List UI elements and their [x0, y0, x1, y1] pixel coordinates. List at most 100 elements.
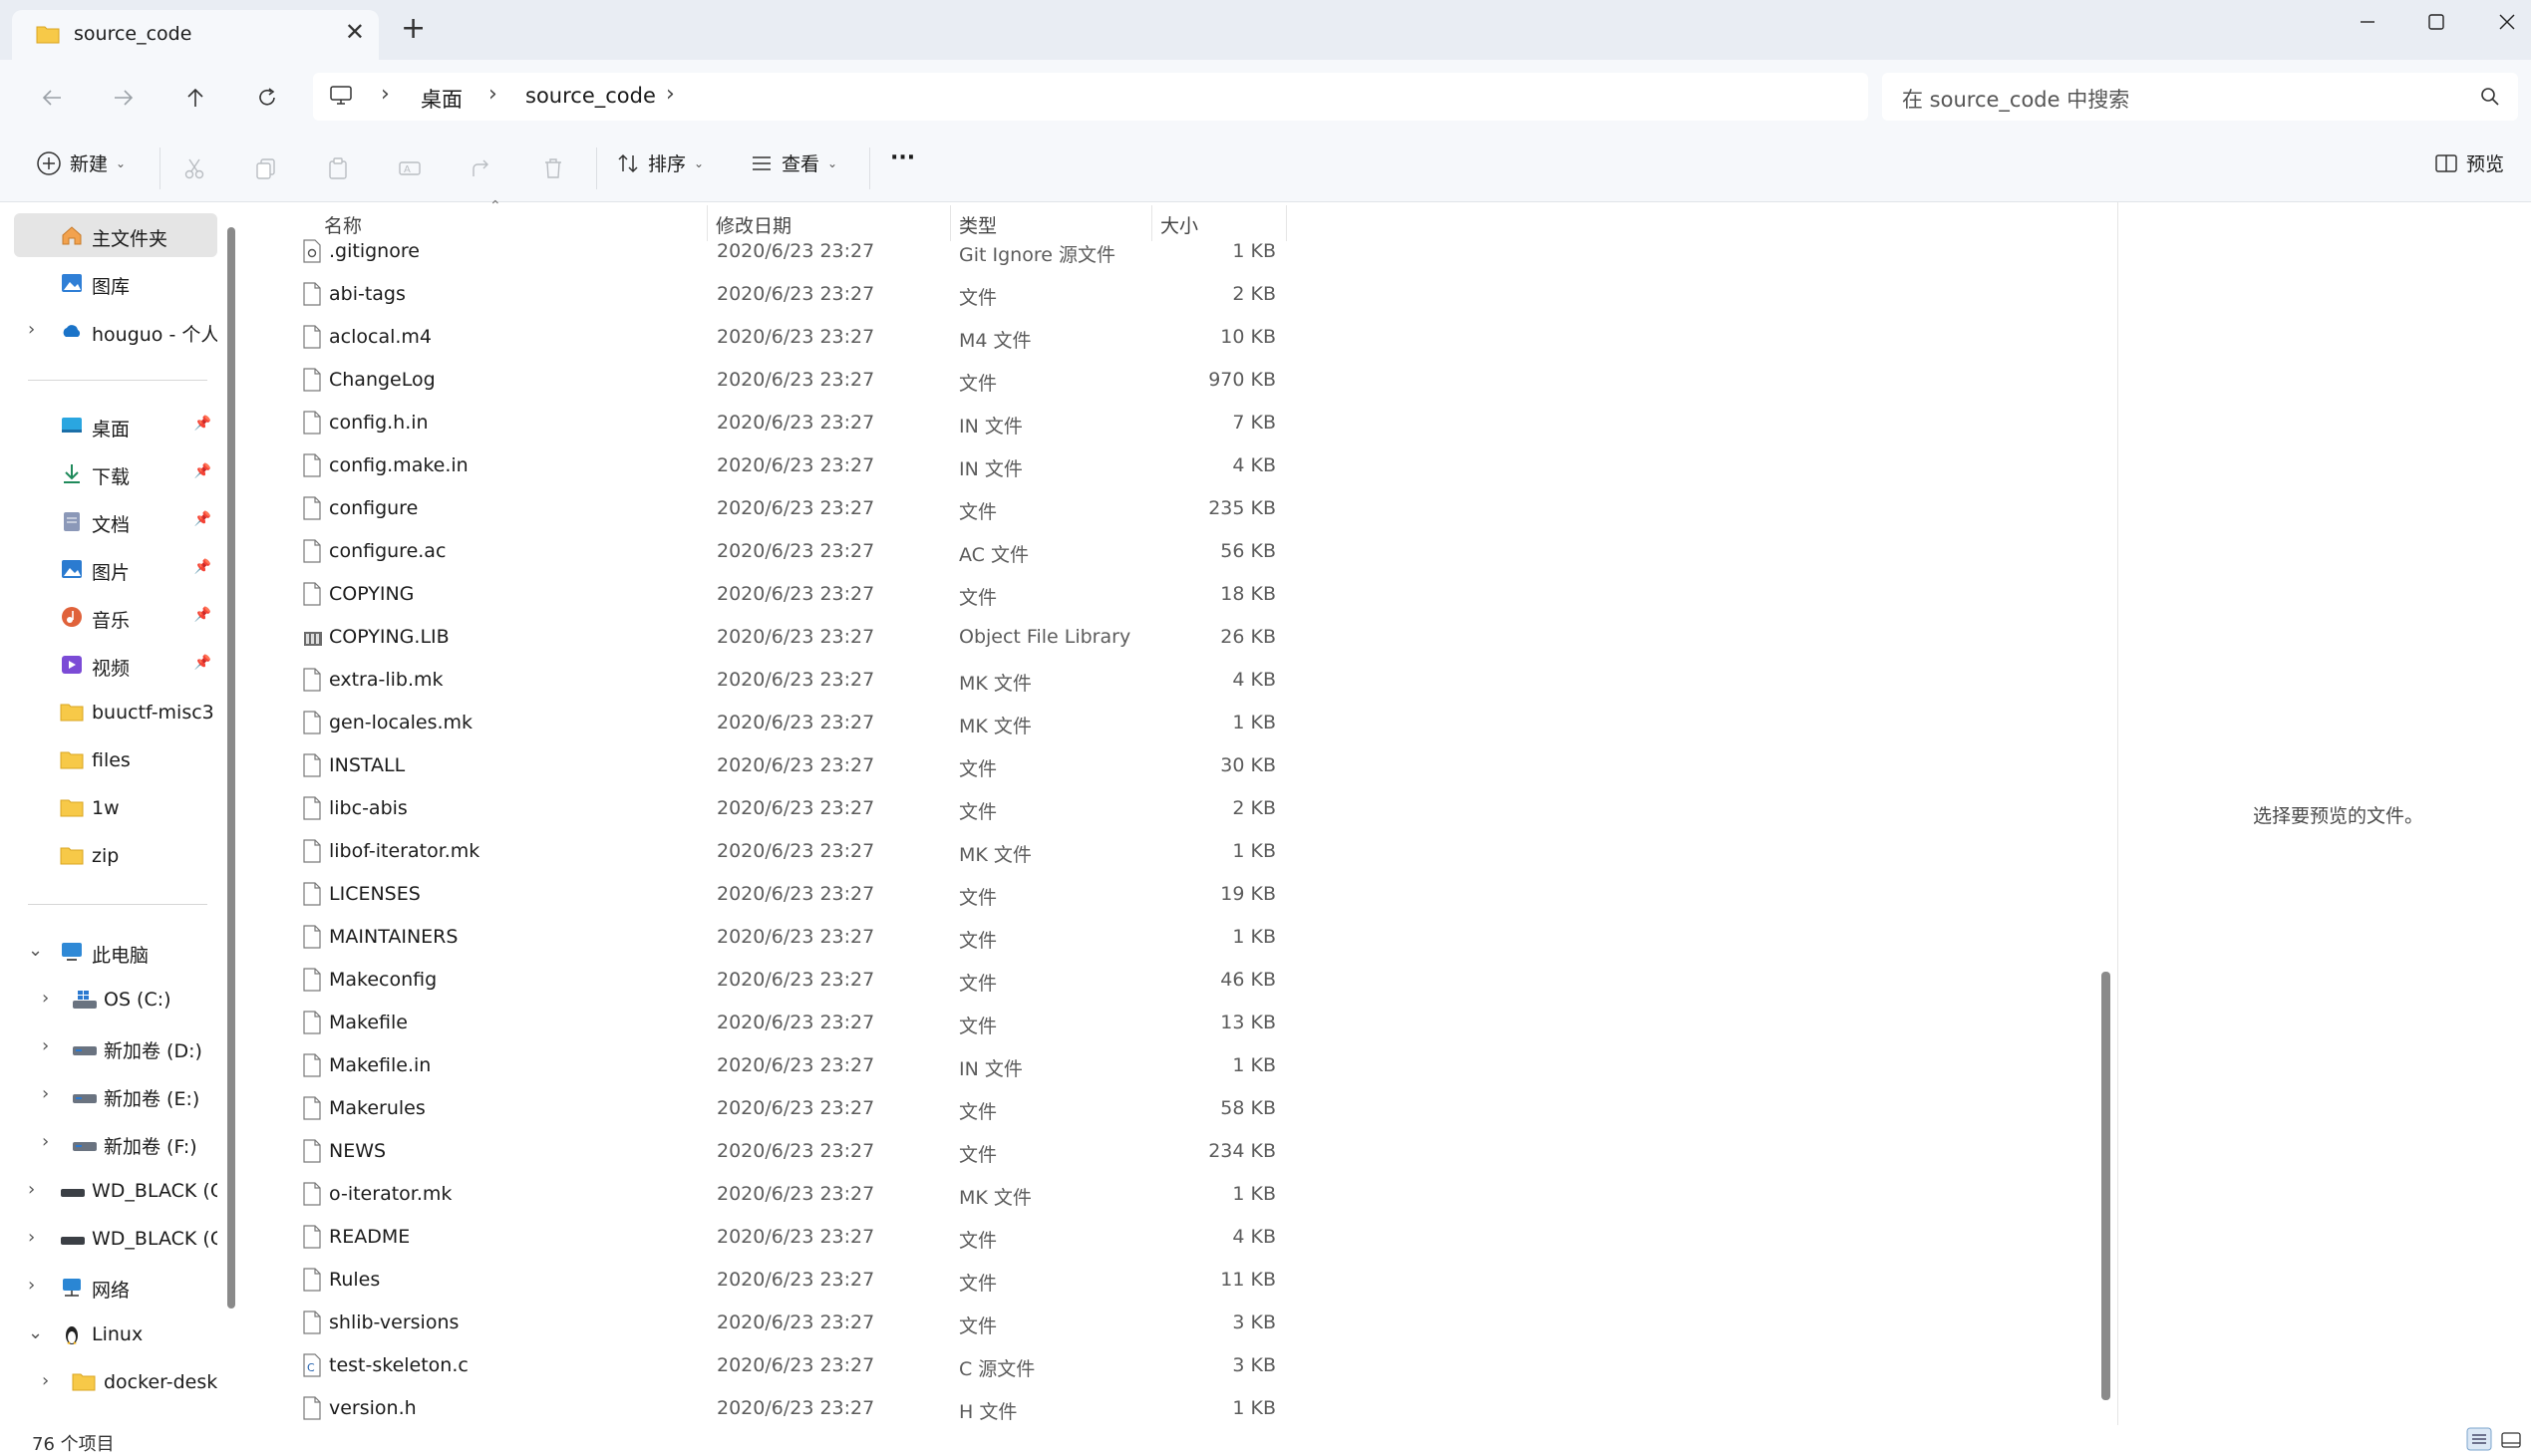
sidebar-item[interactable]: 视频 📌 [14, 643, 217, 687]
cut-icon[interactable] [179, 153, 209, 183]
sidebar-item[interactable]: › OS (C:) [14, 978, 217, 1021]
new-tab-icon[interactable]: + [401, 14, 426, 44]
sidebar-item[interactable]: buuctf-misc3 [14, 691, 217, 734]
sidebar-item[interactable]: › houguo - 个人 [14, 309, 217, 353]
sidebar-item[interactable]: › docker-desktop [14, 1360, 217, 1404]
file-list-scrollbar[interactable] [2101, 972, 2110, 1400]
file-row[interactable]: Rules 2020/6/23 23:27 文件 11 KB [289, 1259, 1286, 1302]
file-row[interactable]: o-iterator.mk 2020/6/23 23:27 MK 文件 1 KB [289, 1173, 1286, 1216]
paste-icon[interactable] [323, 153, 353, 183]
sort-button[interactable]: 排序 ⌄ [616, 149, 704, 176]
sidebar-item[interactable]: › WD_BLACK (G:) [14, 1217, 217, 1261]
refresh-icon[interactable] [245, 78, 289, 118]
back-arrow-icon[interactable] [30, 78, 74, 118]
chevron-right-icon[interactable]: › [42, 1131, 49, 1152]
pin-icon[interactable]: 📌 [194, 655, 211, 671]
file-row[interactable]: version.h 2020/6/23 23:27 H 文件 1 KB [289, 1387, 1286, 1430]
chevron-down-icon[interactable]: ⌄ [28, 940, 43, 961]
pin-icon[interactable]: 📌 [194, 559, 211, 575]
chevron-right-icon[interactable]: › [28, 1275, 35, 1296]
navigation-scrollbar[interactable] [227, 227, 235, 1309]
sidebar-item[interactable]: › 新加卷 (E:) [14, 1073, 217, 1117]
sidebar-item[interactable]: › 新加卷 (F:) [14, 1121, 217, 1165]
close-window-icon[interactable] [2477, 4, 2531, 40]
file-row[interactable]: config.h.in 2020/6/23 23:27 IN 文件 7 KB [289, 402, 1286, 444]
view-button[interactable]: 查看 ⌄ [750, 149, 837, 176]
details-view-icon[interactable] [2466, 1427, 2492, 1455]
file-row[interactable]: Ctest-skeleton.c 2020/6/23 23:27 C 源文件 3 KB [289, 1344, 1286, 1387]
file-row[interactable]: Makefile 2020/6/23 23:27 文件 13 KB [289, 1002, 1286, 1044]
search-input[interactable]: 在 source_code 中搜索 [1882, 73, 2518, 121]
pin-icon[interactable]: 📌 [194, 463, 211, 479]
sidebar-item[interactable]: › 网络 [14, 1265, 217, 1309]
tiles-view-icon[interactable] [2500, 1431, 2522, 1455]
pin-icon[interactable]: 📌 [194, 511, 211, 527]
file-row[interactable]: config.make.in 2020/6/23 23:27 IN 文件 4 KB [289, 444, 1286, 487]
pin-icon[interactable]: 📌 [194, 607, 211, 623]
file-row[interactable]: configure 2020/6/23 23:27 文件 235 KB [289, 487, 1286, 530]
sidebar-item[interactable]: 1w [14, 786, 217, 830]
forward-arrow-icon[interactable] [102, 78, 146, 118]
sidebar-item[interactable]: › WD_BLACK (G:) [14, 1169, 217, 1213]
chevron-right-icon[interactable]: › [28, 1179, 35, 1200]
chevron-right-icon[interactable]: › [28, 319, 35, 340]
file-row[interactable]: ChangeLog 2020/6/23 23:27 文件 970 KB [289, 359, 1286, 402]
breadcrumb-source-code[interactable]: source_code [525, 84, 656, 108]
file-row[interactable]: INSTALL 2020/6/23 23:27 文件 30 KB [289, 744, 1286, 787]
sidebar-item[interactable]: 文档 📌 [14, 499, 217, 543]
chevron-right-icon[interactable]: › [42, 1370, 49, 1391]
file-row[interactable]: .gitignore 2020/6/23 23:27 Git Ignore 源文件 1… [289, 230, 1286, 273]
file-row[interactable]: configure.ac 2020/6/23 23:27 AC 文件 56 KB [289, 530, 1286, 573]
sidebar-item[interactable]: zip [14, 834, 217, 878]
pin-icon[interactable]: 📌 [194, 416, 211, 432]
search-icon[interactable] [2480, 87, 2500, 111]
sidebar-item[interactable]: ⌄ Linux [14, 1312, 217, 1356]
file-row[interactable]: Makefile.in 2020/6/23 23:27 IN 文件 1 KB [289, 1044, 1286, 1087]
file-row[interactable]: aclocal.m4 2020/6/23 23:27 M4 文件 10 KB [289, 316, 1286, 359]
address-bar[interactable]: › 桌面 › source_code › [313, 73, 1868, 121]
file-row[interactable]: libc-abis 2020/6/23 23:27 文件 2 KB [289, 787, 1286, 830]
file-row[interactable]: NEWS 2020/6/23 23:27 文件 234 KB [289, 1130, 1286, 1173]
file-row[interactable]: COPYING.LIB 2020/6/23 23:27 Object File Li… [289, 616, 1286, 659]
file-row[interactable]: Makerules 2020/6/23 23:27 文件 58 KB [289, 1087, 1286, 1130]
file-row[interactable]: shlib-versions 2020/6/23 23:27 文件 3 KB [289, 1302, 1286, 1344]
chevron-right-icon[interactable]: › [381, 82, 390, 107]
file-row[interactable]: LICENSES 2020/6/23 23:27 文件 19 KB [289, 873, 1286, 916]
tab-close-icon[interactable]: ✕ [345, 18, 365, 46]
computer-icon[interactable] [329, 85, 353, 111]
chevron-down-icon[interactable]: ⌄ [28, 1322, 43, 1343]
chevron-right-icon[interactable]: › [28, 1227, 35, 1248]
minimize-icon[interactable] [2338, 4, 2397, 40]
file-row[interactable]: Makeconfig 2020/6/23 23:27 文件 46 KB [289, 959, 1286, 1002]
file-row[interactable]: COPYING 2020/6/23 23:27 文件 18 KB [289, 573, 1286, 616]
chevron-right-icon[interactable]: › [42, 1083, 49, 1104]
file-row[interactable]: README 2020/6/23 23:27 文件 4 KB [289, 1216, 1286, 1259]
file-row[interactable]: libof-iterator.mk 2020/6/23 23:27 MK 文件 1 K… [289, 830, 1286, 873]
more-options-icon[interactable]: ··· [890, 146, 915, 170]
maximize-icon[interactable] [2406, 4, 2466, 40]
sidebar-item[interactable]: 主文件夹 [14, 213, 217, 257]
file-row[interactable]: abi-tags 2020/6/23 23:27 文件 2 KB [289, 273, 1286, 316]
share-icon[interactable] [467, 153, 496, 183]
preview-button[interactable]: 预览 [2434, 149, 2504, 176]
sidebar-item[interactable]: › 新加卷 (D:) [14, 1025, 217, 1069]
chevron-right-icon[interactable]: › [488, 82, 497, 107]
chevron-right-icon[interactable]: › [42, 1035, 49, 1056]
copy-icon[interactable] [251, 153, 281, 183]
sidebar-item[interactable]: 下载 📌 [14, 451, 217, 495]
file-row[interactable]: gen-locales.mk 2020/6/23 23:27 MK 文件 1 KB [289, 702, 1286, 744]
chevron-right-icon[interactable]: › [666, 82, 675, 107]
new-button[interactable]: 新建 ⌄ [36, 149, 126, 176]
sidebar-item[interactable]: files [14, 738, 217, 782]
delete-icon[interactable] [538, 153, 568, 183]
up-arrow-icon[interactable] [173, 78, 217, 118]
file-row[interactable]: extra-lib.mk 2020/6/23 23:27 MK 文件 4 KB [289, 659, 1286, 702]
sidebar-item[interactable]: 桌面 📌 [14, 404, 217, 447]
rename-icon[interactable]: A [395, 153, 425, 183]
sidebar-item[interactable]: 图库 [14, 261, 217, 305]
sidebar-item[interactable]: 图片 📌 [14, 547, 217, 591]
chevron-right-icon[interactable]: › [42, 988, 49, 1009]
breadcrumb-desktop[interactable]: 桌面 [421, 84, 463, 114]
file-row[interactable]: MAINTAINERS 2020/6/23 23:27 文件 1 KB [289, 916, 1286, 959]
column-divider[interactable] [1286, 205, 1287, 241]
